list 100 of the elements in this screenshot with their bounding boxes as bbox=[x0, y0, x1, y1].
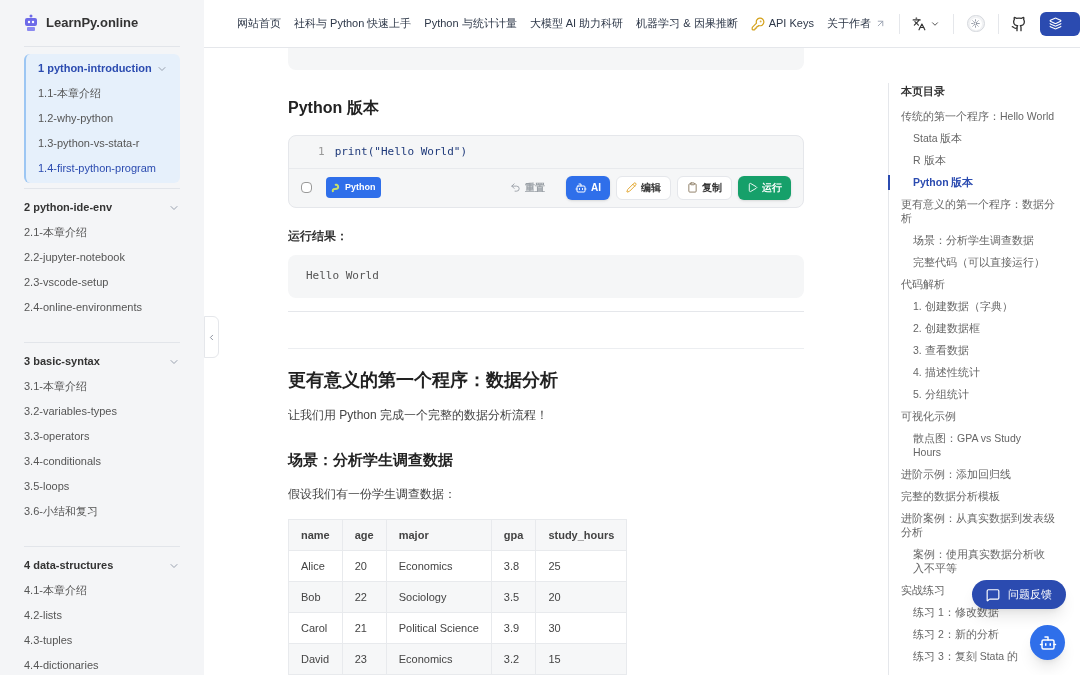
section-heading: 更有意义的第一个程序：数据分析 bbox=[288, 368, 559, 392]
language-button[interactable] bbox=[912, 16, 941, 31]
table-cell: 15 bbox=[535, 643, 627, 675]
table-cell: Carol bbox=[288, 612, 343, 644]
toc-link[interactable]: 3. 查看数据 bbox=[889, 342, 969, 357]
toc-link[interactable]: 练习 3：复刻 Stata 的 bbox=[889, 648, 1019, 663]
toc-link[interactable]: 练习 2：新的分析 bbox=[889, 626, 999, 641]
table-cell: 22 bbox=[342, 581, 387, 613]
toc-link[interactable]: 更有意义的第一个程序：数据分析 bbox=[889, 196, 1057, 225]
sun-icon bbox=[971, 19, 981, 28]
section-heading: Python 版本 bbox=[288, 97, 380, 118]
play-icon bbox=[747, 182, 758, 194]
nav-link[interactable]: 关于作者 bbox=[826, 15, 886, 32]
section-title: 3 basic-syntax bbox=[24, 354, 100, 370]
output-block: Hello World bbox=[288, 254, 804, 298]
sidebar-link[interactable]: 3.6-小结和复习 bbox=[24, 499, 180, 524]
nav-link[interactable]: 机器学习 & 因果推断 bbox=[636, 15, 738, 32]
robot-icon bbox=[575, 181, 587, 194]
toc-link[interactable]: 场景：分析学生调查数据 bbox=[889, 232, 1034, 247]
active-marker bbox=[888, 174, 890, 190]
table-cell: 21 bbox=[342, 612, 387, 644]
sidebar-link[interactable]: 1.3-python-vs-stata-r bbox=[38, 131, 168, 156]
toolbar-button[interactable]: 复制 bbox=[677, 175, 732, 200]
section-title: 2 python-ide-env bbox=[24, 200, 112, 216]
sidebar-link[interactable]: 1.4-first-python-program bbox=[38, 156, 168, 181]
checkbox[interactable] bbox=[301, 182, 312, 194]
line-number: 1 bbox=[318, 143, 325, 160]
chat-icon bbox=[986, 587, 1000, 602]
sidebar-link[interactable]: 1.1-本章介绍 bbox=[38, 81, 168, 106]
toc-link[interactable]: 2. 创建数据框 bbox=[889, 320, 980, 335]
sidebar-link[interactable]: 4.4-dictionaries bbox=[24, 653, 180, 675]
table-cell: Economics bbox=[386, 550, 492, 582]
snake-icon bbox=[331, 182, 341, 193]
section-header[interactable]: 1 python-introduction bbox=[38, 56, 168, 81]
toc-link[interactable]: 进阶案例：从真实数据到发表级分析 bbox=[889, 510, 1057, 539]
section-header[interactable]: 4 data-structures bbox=[24, 553, 180, 578]
toc-link[interactable]: Python 版本 bbox=[889, 174, 974, 189]
section-header[interactable]: 3 basic-syntax bbox=[24, 349, 180, 374]
sidebar-link[interactable]: 3.2-variables-types bbox=[24, 399, 180, 424]
table-cell: 3.5 bbox=[491, 581, 536, 613]
feedback-button[interactable]: 问题反馈 bbox=[972, 580, 1066, 609]
sidebar-link[interactable]: 3.3-operators bbox=[24, 424, 180, 449]
toc-link[interactable]: 实战练习 bbox=[889, 582, 945, 597]
table-cell: David bbox=[288, 643, 343, 675]
sidebar-link[interactable]: 2.4-online-environments bbox=[24, 295, 180, 320]
nav-link[interactable]: 大模型 AI 助力科研 bbox=[529, 15, 624, 32]
toc-link[interactable]: 散点图：GPA vs Study Hours bbox=[889, 430, 1049, 459]
nav-link[interactable]: API Keys bbox=[750, 15, 814, 32]
table-cell: 3.8 bbox=[491, 550, 536, 582]
paragraph: 让我们用 Python 完成一个完整的数据分析流程！ bbox=[288, 406, 550, 424]
table-cell: Economics bbox=[386, 643, 492, 675]
sidebar-link[interactable]: 4.3-tuples bbox=[24, 628, 180, 653]
sidebar-link[interactable]: 3.1-本章介绍 bbox=[24, 374, 180, 399]
theme-toggle[interactable] bbox=[966, 15, 985, 32]
toc-link[interactable]: 5. 分组统计 bbox=[889, 386, 969, 401]
toc-link[interactable]: 1. 创建数据（字典） bbox=[889, 298, 1013, 313]
nav-link[interactable]: 社科与 Python 快速上手 bbox=[294, 15, 412, 32]
toc-link[interactable]: 进阶示例：添加回归线 bbox=[889, 466, 1011, 481]
result-label: 运行结果： bbox=[288, 227, 349, 245]
sidebar-link[interactable]: 1.2-why-python bbox=[38, 106, 168, 131]
table-cell: 25 bbox=[535, 550, 627, 582]
language-badge: Python bbox=[326, 177, 381, 199]
section-header[interactable]: 2 python-ide-env bbox=[24, 195, 180, 220]
toc-link[interactable]: 完整代码（可以直接运行） bbox=[889, 254, 1045, 269]
table-cell: 3.9 bbox=[491, 612, 536, 644]
sidebar-link[interactable]: 3.5-loops bbox=[24, 474, 180, 499]
table-cell: Alice bbox=[288, 550, 343, 582]
column-header: major bbox=[386, 519, 492, 551]
toc-link[interactable]: 代码解析 bbox=[889, 276, 945, 291]
nav-link[interactable]: Python 与统计计量 bbox=[424, 15, 517, 32]
robot-icon bbox=[1038, 633, 1057, 652]
sidebar-link[interactable]: 4.2-lists bbox=[24, 603, 180, 628]
site-name[interactable]: LearnPy.online bbox=[46, 13, 139, 33]
sidebar-link[interactable]: 3.4-conditionals bbox=[24, 449, 180, 474]
layers-button[interactable] bbox=[1040, 11, 1080, 36]
toc-link[interactable]: 4. 描述性统计 bbox=[889, 364, 980, 379]
sidebar-link[interactable]: 2.1-本章介绍 bbox=[24, 220, 180, 245]
table-cell: Political Science bbox=[386, 612, 492, 644]
column-header: age bbox=[342, 519, 387, 551]
table-cell: 3.2 bbox=[491, 643, 536, 675]
toc-link[interactable]: 案例：使用真实数据分析收入不平等 bbox=[889, 546, 1049, 575]
sidebar-link[interactable]: 2.2-jupyter-notebook bbox=[24, 245, 180, 270]
toolbar-button[interactable]: AI bbox=[566, 175, 610, 200]
pencil-icon bbox=[626, 182, 637, 194]
toc-link[interactable]: 可视化示例 bbox=[889, 408, 956, 423]
toc-link[interactable]: Stata 版本 bbox=[889, 130, 963, 145]
table-cell: Sociology bbox=[386, 581, 492, 613]
nav-link[interactable]: 网站首页 bbox=[237, 15, 281, 32]
toc-link[interactable]: 完整的数据分析模板 bbox=[889, 488, 1000, 503]
code-line: print("Hello World") bbox=[334, 143, 468, 160]
toc-link[interactable]: R 版本 bbox=[889, 152, 946, 167]
section-title: 1 python-introduction bbox=[38, 61, 152, 77]
toc-link[interactable]: 传统的第一个程序：Hello World bbox=[889, 108, 1055, 123]
key-icon bbox=[750, 16, 765, 31]
sidebar-link[interactable]: 4.1-本章介绍 bbox=[24, 578, 180, 603]
table-cell: 30 bbox=[535, 612, 627, 644]
toolbar-button[interactable]: 编辑 bbox=[616, 175, 671, 200]
sidebar-link[interactable]: 2.3-vscode-setup bbox=[24, 270, 180, 295]
assistant-button[interactable] bbox=[1030, 625, 1065, 660]
github-icon[interactable] bbox=[1011, 15, 1027, 32]
